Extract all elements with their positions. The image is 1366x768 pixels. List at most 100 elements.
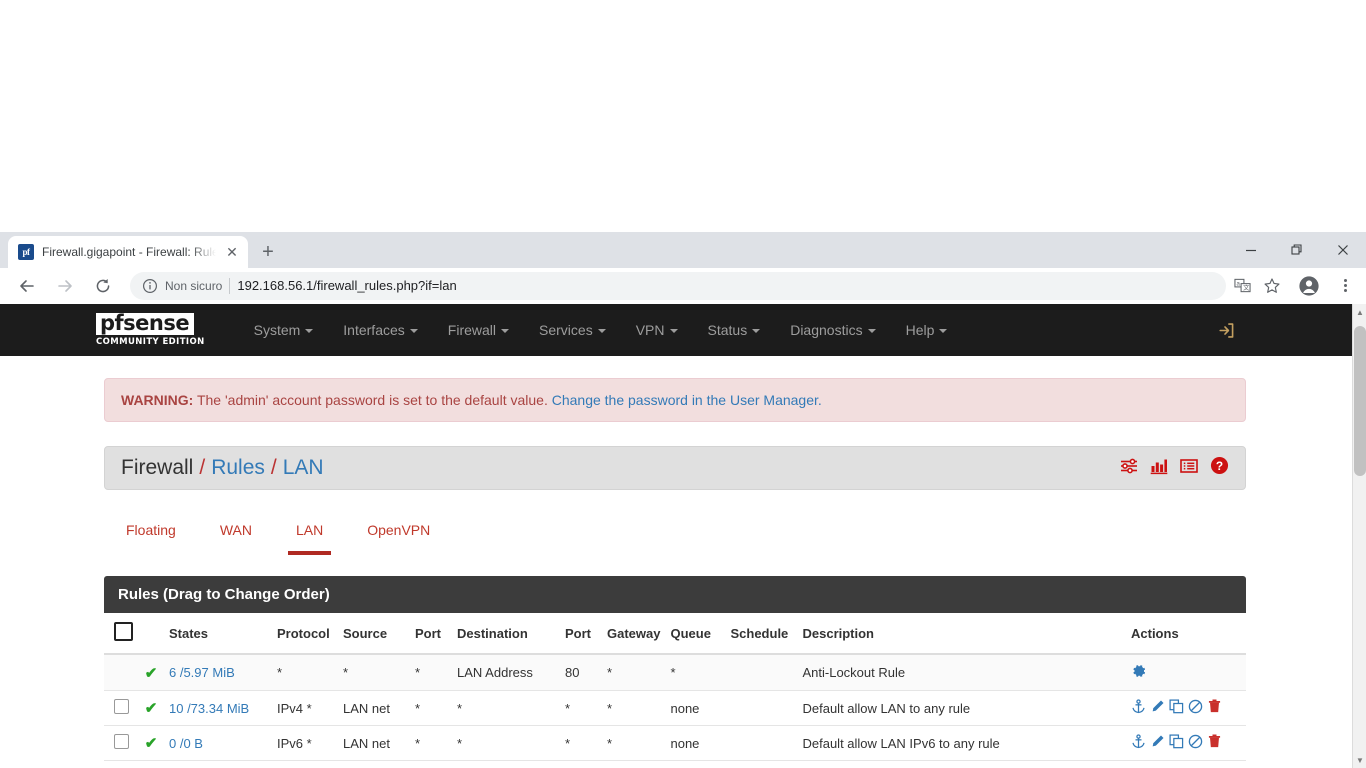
- table-row[interactable]: ✔ 6 /5.97 MiB * * * LAN Address 80 * * A…: [104, 654, 1246, 691]
- nav-item-diagnostics[interactable]: Diagnostics: [775, 304, 890, 356]
- scrollbar-up-arrow[interactable]: ▲: [1353, 304, 1366, 320]
- profile-avatar-icon[interactable]: [1296, 273, 1322, 299]
- info-circle-icon[interactable]: [142, 278, 158, 294]
- nav-item-interfaces[interactable]: Interfaces: [328, 304, 432, 356]
- nav-item-system[interactable]: System: [239, 304, 329, 356]
- breadcrumb-separator: /: [270, 456, 277, 479]
- new-tab-button[interactable]: +: [254, 238, 282, 266]
- scrollbar-down-arrow[interactable]: ▼: [1353, 752, 1366, 768]
- nav-item-label: System: [253, 322, 301, 338]
- pencil-icon[interactable]: [1150, 699, 1165, 717]
- tab-floating[interactable]: Floating: [104, 512, 198, 550]
- anchor-icon[interactable]: [1131, 699, 1146, 717]
- window-close-icon[interactable]: [1320, 232, 1366, 268]
- rules-panel-title: Rules (Drag to Change Order): [104, 576, 1246, 613]
- nav-item-status[interactable]: Status: [693, 304, 776, 356]
- reload-button[interactable]: [87, 270, 119, 302]
- tab-label: OpenVPN: [367, 522, 431, 538]
- rules-table-header: States Protocol Source Port Destination …: [104, 613, 1246, 655]
- row-description-cell: Anti-Lockout Rule: [797, 654, 1126, 691]
- select-all-checkbox[interactable]: [114, 622, 133, 641]
- table-row[interactable]: ✔ 0 /0 B IPv6 * LAN net * * * * none Def…: [104, 725, 1246, 761]
- browser-window: pf Firewall.gigapoint - Firewall: Rule ✕…: [0, 232, 1366, 768]
- row-actions-cell: [1126, 725, 1246, 761]
- breadcrumb-panel: Firewall / Rules / LAN ?: [104, 446, 1246, 490]
- chevron-down-icon: [939, 329, 948, 333]
- row-states-cell: 0 /0 B: [164, 725, 272, 761]
- table-row[interactable]: ✔ 10 /73.34 MiB IPv4 * LAN net * * * * n…: [104, 690, 1246, 726]
- nav-item-label: Services: [539, 322, 593, 338]
- row-queue-cell: *: [665, 654, 726, 691]
- breadcrumb-lan-link[interactable]: LAN: [283, 456, 324, 480]
- bar-chart-icon[interactable]: [1150, 457, 1168, 480]
- row-states-cell: 6 /5.97 MiB: [164, 654, 272, 691]
- window-minimize-icon[interactable]: [1228, 232, 1274, 268]
- breadcrumb-rules-link[interactable]: Rules: [211, 456, 265, 480]
- rules-panel: Rules (Drag to Change Order) States Prot…: [104, 576, 1246, 761]
- help-circle-icon[interactable]: ?: [1210, 456, 1229, 480]
- row-source-cell: *: [338, 654, 410, 691]
- row-checkbox[interactable]: [114, 699, 129, 714]
- ban-icon[interactable]: [1188, 734, 1203, 752]
- sliders-icon[interactable]: [1120, 457, 1138, 480]
- nav-item-vpn[interactable]: VPN: [621, 304, 693, 356]
- states-link[interactable]: 6 /5.97 MiB: [169, 665, 235, 680]
- row-schedule-cell: [725, 654, 798, 691]
- schedule-header: Schedule: [725, 613, 798, 655]
- three-dots-menu-icon[interactable]: [1332, 273, 1358, 299]
- port-header: Port: [410, 613, 452, 655]
- back-button[interactable]: [11, 270, 43, 302]
- nav-item-label: Status: [707, 322, 748, 338]
- tab-close-icon[interactable]: ✕: [224, 244, 240, 260]
- row-port-cell: *: [410, 725, 452, 761]
- tab-wan[interactable]: WAN: [198, 512, 274, 550]
- nav-item-services[interactable]: Services: [524, 304, 621, 356]
- row-port-cell: *: [410, 654, 452, 691]
- states-link[interactable]: 10 /73.34 MiB: [169, 701, 249, 716]
- gear-icon[interactable]: [1131, 665, 1147, 682]
- logout-icon[interactable]: [1217, 321, 1236, 340]
- ban-icon[interactable]: [1188, 699, 1203, 717]
- nav-item-label: Interfaces: [343, 322, 405, 338]
- anchor-icon[interactable]: [1131, 734, 1146, 752]
- tab-openvpn[interactable]: OpenVPN: [345, 512, 452, 550]
- row-gateway-cell: *: [602, 690, 666, 726]
- row-port-cell: *: [410, 690, 452, 726]
- row-port2-cell: *: [560, 690, 602, 726]
- pfsense-logo-text: pfsense: [96, 313, 195, 335]
- address-bar[interactable]: Non sicuro 192.168.56.1/firewall_rules.p…: [130, 271, 1226, 300]
- states-link[interactable]: 0 /0 B: [169, 736, 203, 751]
- translate-icon[interactable]: a 文: [1232, 276, 1252, 296]
- green-check-icon: ✔: [144, 700, 158, 717]
- nav-item-firewall[interactable]: Firewall: [433, 304, 524, 356]
- pencil-icon[interactable]: [1150, 734, 1165, 752]
- row-checkbox[interactable]: [114, 734, 129, 749]
- rules-table: States Protocol Source Port Destination …: [104, 613, 1246, 761]
- nav-item-help[interactable]: Help: [891, 304, 963, 356]
- row-queue-cell: none: [665, 725, 726, 761]
- list-icon[interactable]: [1180, 457, 1198, 480]
- chevron-down-icon: [409, 329, 418, 333]
- copy-icon[interactable]: [1169, 734, 1184, 752]
- change-password-link[interactable]: Change the password in the User Manager.: [552, 392, 822, 408]
- window-maximize-icon[interactable]: [1274, 232, 1320, 268]
- row-source-cell: LAN net: [338, 725, 410, 761]
- toolbar-right-icons: a 文: [1232, 273, 1358, 299]
- chevron-down-icon: [501, 329, 510, 333]
- pfsense-logo[interactable]: pfsense COMMUNITY EDITION: [96, 313, 205, 347]
- gateway-header: Gateway: [602, 613, 666, 655]
- pfsense-favicon-icon: pf: [18, 244, 34, 260]
- url-text[interactable]: 192.168.56.1/firewall_rules.php?if=lan: [237, 278, 456, 293]
- row-checkbox-cell: [104, 654, 138, 691]
- trash-icon[interactable]: [1207, 734, 1222, 752]
- tab-lan[interactable]: LAN: [274, 512, 345, 555]
- forward-button[interactable]: [49, 270, 81, 302]
- page-scrollbar[interactable]: ▲ ▼: [1352, 304, 1366, 768]
- trash-icon[interactable]: [1207, 699, 1222, 717]
- browser-tab[interactable]: pf Firewall.gigapoint - Firewall: Rule ✕: [8, 236, 248, 268]
- star-icon[interactable]: [1262, 276, 1282, 296]
- copy-icon[interactable]: [1169, 699, 1184, 717]
- description-header: Description: [797, 613, 1126, 655]
- row-port2-cell: *: [560, 725, 602, 761]
- scrollbar-thumb[interactable]: [1354, 326, 1366, 476]
